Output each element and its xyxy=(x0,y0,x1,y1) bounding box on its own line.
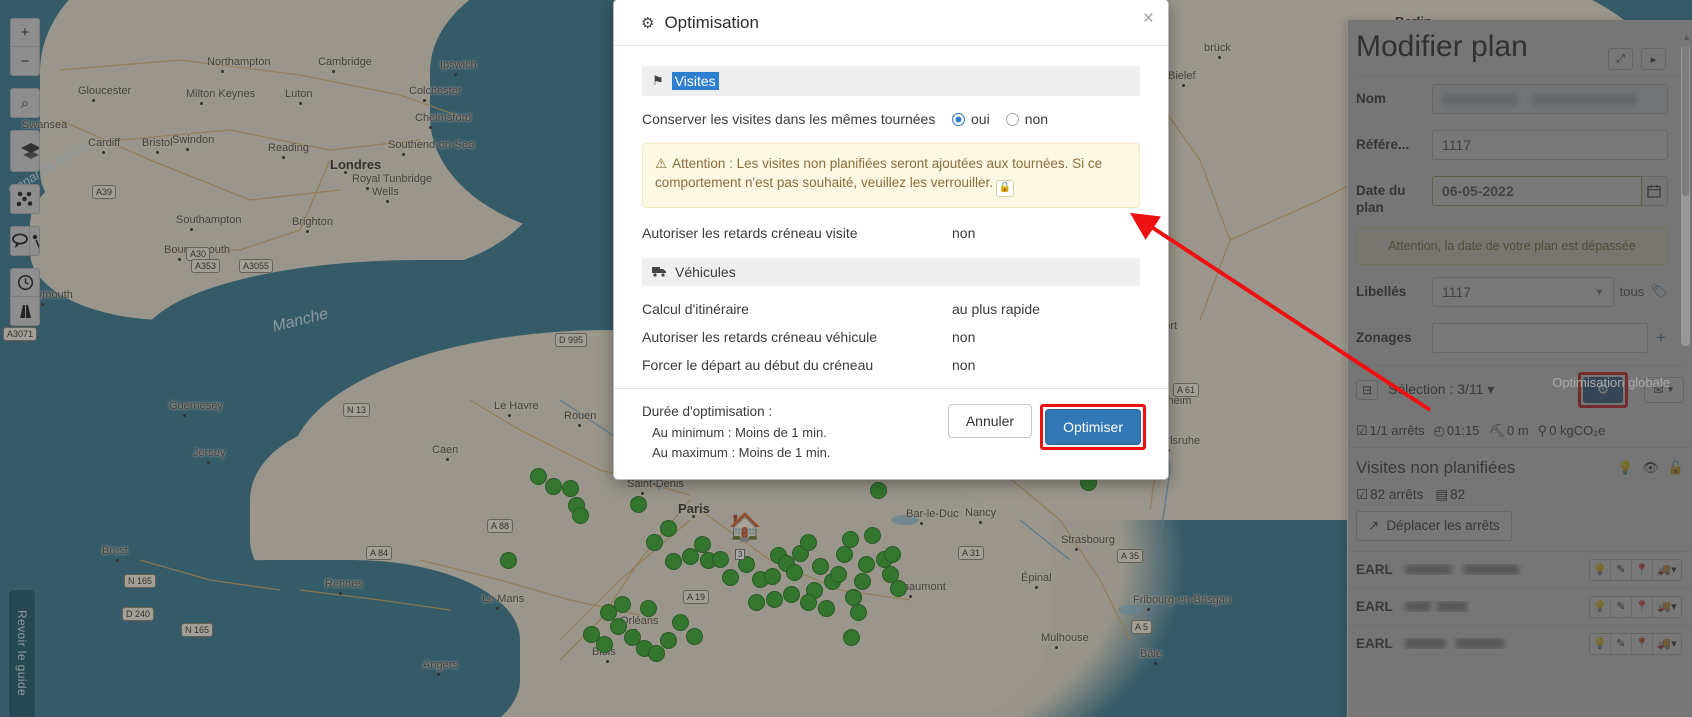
optimiser-button-highlight: Optimiser xyxy=(1040,404,1146,450)
duration-block: Durée d'optimisation : Au minimum : Moin… xyxy=(642,402,948,463)
radio-non-label: non xyxy=(1025,111,1048,127)
group-header-vehicules: Véhicules xyxy=(642,258,1140,286)
vehicle-option-label: Forcer le départ au début du créneau xyxy=(642,357,942,375)
alert-text: Attention : Les visites non planifiées s… xyxy=(655,156,1102,191)
modal-header: ⚙ Optimisation × xyxy=(614,0,1168,46)
map-pin-icon: ⚑ xyxy=(652,73,664,89)
group-heading-visites: Visites xyxy=(672,72,719,90)
modal-footer-buttons[interactable]: Annuler Optimiser xyxy=(948,402,1146,450)
close-icon[interactable]: × xyxy=(1143,8,1154,30)
vehicle-option-row: Calcul d'itinéraireau plus rapide xyxy=(642,296,1140,324)
unplanned-visits-alert: ⚠Attention : Les visites non planifiées … xyxy=(642,143,1140,208)
keep-visits-label: Conserver les visites dans les mêmes tou… xyxy=(642,111,942,129)
modal-footer: Durée d'optimisation : Au minimum : Moin… xyxy=(614,388,1168,479)
radio-oui[interactable]: oui xyxy=(952,111,990,127)
cancel-button[interactable]: Annuler xyxy=(948,404,1032,438)
vehicle-option-value: non xyxy=(942,329,975,345)
visit-option-row: Autoriser les retards créneau visite non xyxy=(642,220,1140,248)
radio-non-dot xyxy=(1006,113,1019,126)
keep-visits-row: Conserver les visites dans les mêmes tou… xyxy=(642,106,1140,134)
keep-visits-radios[interactable]: oui non xyxy=(942,111,1048,127)
vehicle-option-value: non xyxy=(942,357,975,373)
gear-icon: ⚙ xyxy=(641,14,654,32)
modal-body: ⚑ Visites Conserver les visites dans les… xyxy=(614,46,1168,388)
radio-oui-dot xyxy=(952,113,965,126)
optimisation-modal[interactable]: ⚙ Optimisation × ⚑ Visites Conserver les… xyxy=(613,0,1169,480)
group-header-visites: ⚑ Visites xyxy=(642,66,1140,96)
optimiser-button[interactable]: Optimiser xyxy=(1045,409,1141,445)
vehicle-options-list: Calcul d'itinéraireau plus rapideAutoris… xyxy=(642,296,1140,380)
truck-icon xyxy=(652,265,667,280)
lock-icon[interactable]: 🔒 xyxy=(996,180,1014,197)
visit-option-label: Autoriser les retards créneau visite xyxy=(642,225,942,243)
vehicle-option-label: Autoriser les retards créneau véhicule xyxy=(642,329,942,347)
radio-non[interactable]: non xyxy=(1006,111,1048,127)
warning-icon: ⚠ xyxy=(655,156,667,171)
modal-title: Optimisation xyxy=(664,13,758,33)
visit-option-value: non xyxy=(942,225,975,241)
vehicle-option-row: Autoriser les retards créneau véhiculeno… xyxy=(642,324,1140,352)
vehicle-option-value: au plus rapide xyxy=(942,301,1040,317)
duration-max: Au maximum : Moins de 1 min. xyxy=(642,443,948,463)
duration-min: Au minimum : Moins de 1 min. xyxy=(642,423,948,443)
duration-title: Durée d'optimisation : xyxy=(642,402,948,423)
vehicle-option-label: Calcul d'itinéraire xyxy=(642,301,942,319)
group-heading-vehicules: Véhicules xyxy=(675,264,736,280)
radio-oui-label: oui xyxy=(971,111,990,127)
vehicle-option-row: Forcer le départ au début du créneaunon xyxy=(642,352,1140,380)
